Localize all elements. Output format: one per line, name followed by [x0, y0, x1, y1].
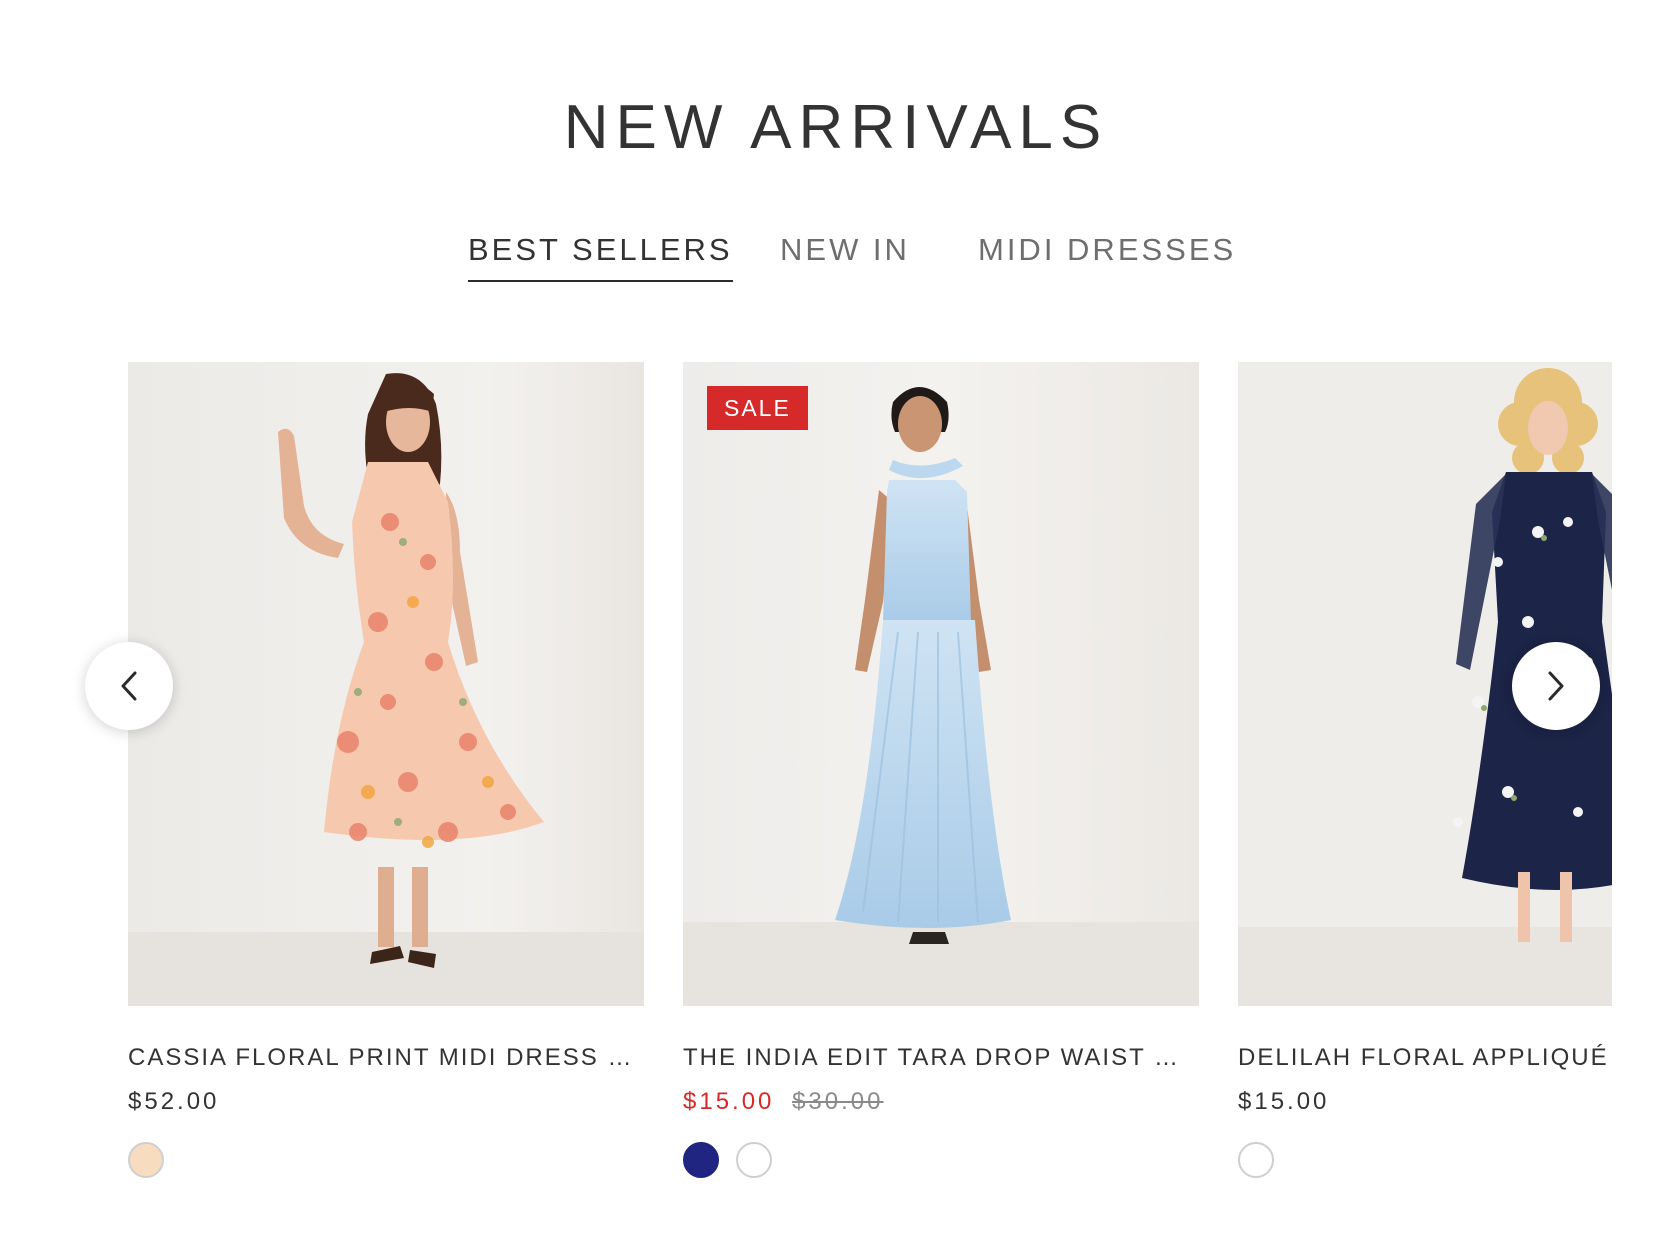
category-tabs: BEST SELLERS NEW IN MIDI DRESSES [0, 232, 1672, 292]
color-swatches [128, 1142, 644, 1178]
product-name[interactable]: DELILAH FLORAL APPLIQUÉ MIDI DRESS [1238, 1044, 1612, 1072]
tab-new-in[interactable]: NEW IN [780, 232, 910, 280]
product-price: $52.00 [128, 1088, 220, 1115]
product-prices: $15.00 [1238, 1088, 1612, 1116]
swatch-white[interactable] [736, 1142, 772, 1178]
color-swatches [1238, 1142, 1612, 1178]
product-original-price: $30.00 [792, 1088, 884, 1115]
product-image[interactable]: SALE [683, 362, 1199, 1006]
sale-badge: SALE [707, 386, 808, 430]
swatch-white[interactable] [1238, 1142, 1274, 1178]
chevron-right-icon [1548, 671, 1564, 701]
product-image[interactable] [128, 362, 644, 1006]
color-swatches [683, 1142, 1199, 1178]
swatch-navy[interactable] [683, 1142, 719, 1178]
tab-midi-dresses[interactable]: MIDI DRESSES [978, 232, 1236, 280]
product-prices: $15.00 $30.00 [683, 1088, 1199, 1116]
product-card[interactable]: SALE THE INDIA EDIT TARA DROP WAIST MAXI… [683, 362, 1199, 1178]
product-carousel: CASSIA FLORAL PRINT MIDI DRESS NUDE $52.… [0, 362, 1672, 1192]
product-card[interactable]: DELILAH FLORAL APPLIQUÉ MIDI DRESS $15.0… [1238, 362, 1612, 1178]
swatch-peach[interactable] [128, 1142, 164, 1178]
model-blue-dress-illustration [683, 362, 1199, 1006]
product-name[interactable]: THE INDIA EDIT TARA DROP WAIST MAXI DRES… [683, 1044, 1199, 1072]
model-peach-dress-illustration [128, 362, 644, 1006]
section-title: NEW ARRIVALS [563, 93, 1109, 162]
product-card[interactable]: CASSIA FLORAL PRINT MIDI DRESS NUDE $52.… [128, 362, 644, 1178]
product-name[interactable]: CASSIA FLORAL PRINT MIDI DRESS NUDE [128, 1044, 644, 1072]
product-price: $15.00 [1238, 1088, 1330, 1115]
tab-best-sellers[interactable]: BEST SELLERS [468, 232, 733, 282]
product-prices: $52.00 [128, 1088, 644, 1116]
carousel-prev-button[interactable] [85, 642, 173, 730]
carousel-next-button[interactable] [1512, 642, 1600, 730]
chevron-left-icon [121, 671, 137, 701]
product-sale-price: $15.00 [683, 1088, 775, 1115]
carousel-viewport: CASSIA FLORAL PRINT MIDI DRESS NUDE $52.… [128, 362, 1612, 1192]
